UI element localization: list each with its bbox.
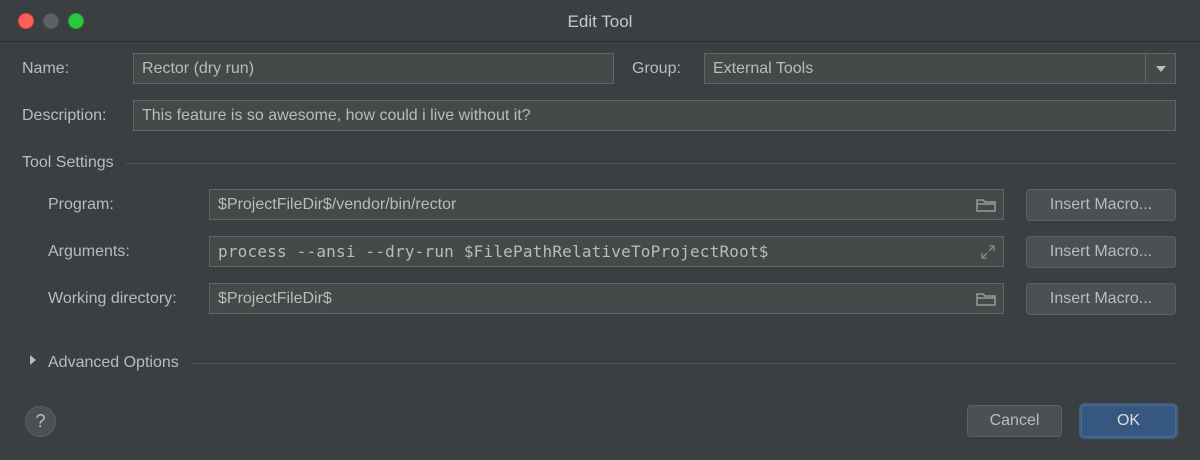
program-label: Program: (48, 196, 114, 213)
tool-settings-title: Tool Settings (22, 154, 114, 171)
name-field[interactable]: Rector (dry run) (133, 53, 614, 84)
description-field[interactable]: This feature is so awesome, how could i … (133, 100, 1176, 131)
tool-settings-separator (126, 163, 1176, 164)
title-bar: Edit Tool (0, 0, 1200, 42)
window-title: Edit Tool (567, 12, 633, 31)
group-select-value: External Tools (713, 60, 814, 77)
program-value: $ProjectFileDir$/vendor/bin/rector (218, 196, 457, 213)
workdir-field[interactable]: $ProjectFileDir$ (209, 283, 1004, 314)
group-select[interactable]: External Tools (704, 53, 1176, 84)
edit-tool-dialog: Edit Tool Name: Rector (dry run) Group: … (0, 0, 1200, 460)
help-icon[interactable]: ? (25, 406, 56, 437)
description-label: Description: (22, 107, 107, 124)
arguments-label: Arguments: (48, 243, 130, 260)
arguments-insert-macro-button[interactable]: Insert Macro... (1026, 236, 1176, 268)
folder-icon[interactable] (976, 292, 996, 306)
arguments-value: process --ansi --dry-run $FilePathRelati… (218, 242, 769, 261)
arguments-field[interactable]: process --ansi --dry-run $FilePathRelati… (209, 236, 1004, 267)
ok-button[interactable]: OK (1081, 405, 1176, 437)
cancel-button[interactable]: Cancel (967, 405, 1062, 437)
name-label: Name: (22, 60, 70, 77)
advanced-options-toggle[interactable]: Advanced Options (48, 353, 179, 373)
advanced-options-separator (192, 363, 1176, 364)
group-label: Group: (632, 60, 681, 77)
program-insert-macro-button[interactable]: Insert Macro... (1026, 189, 1176, 221)
program-field[interactable]: $ProjectFileDir$/vendor/bin/rector (209, 189, 1004, 220)
workdir-value: $ProjectFileDir$ (218, 290, 332, 307)
workdir-insert-macro-button[interactable]: Insert Macro... (1026, 283, 1176, 315)
expand-icon[interactable] (980, 244, 996, 260)
workdir-label: Working directory: (48, 290, 177, 307)
folder-icon[interactable] (976, 198, 996, 212)
chevron-down-icon[interactable] (1145, 54, 1175, 83)
disclosure-triangle-icon[interactable] (30, 355, 36, 365)
